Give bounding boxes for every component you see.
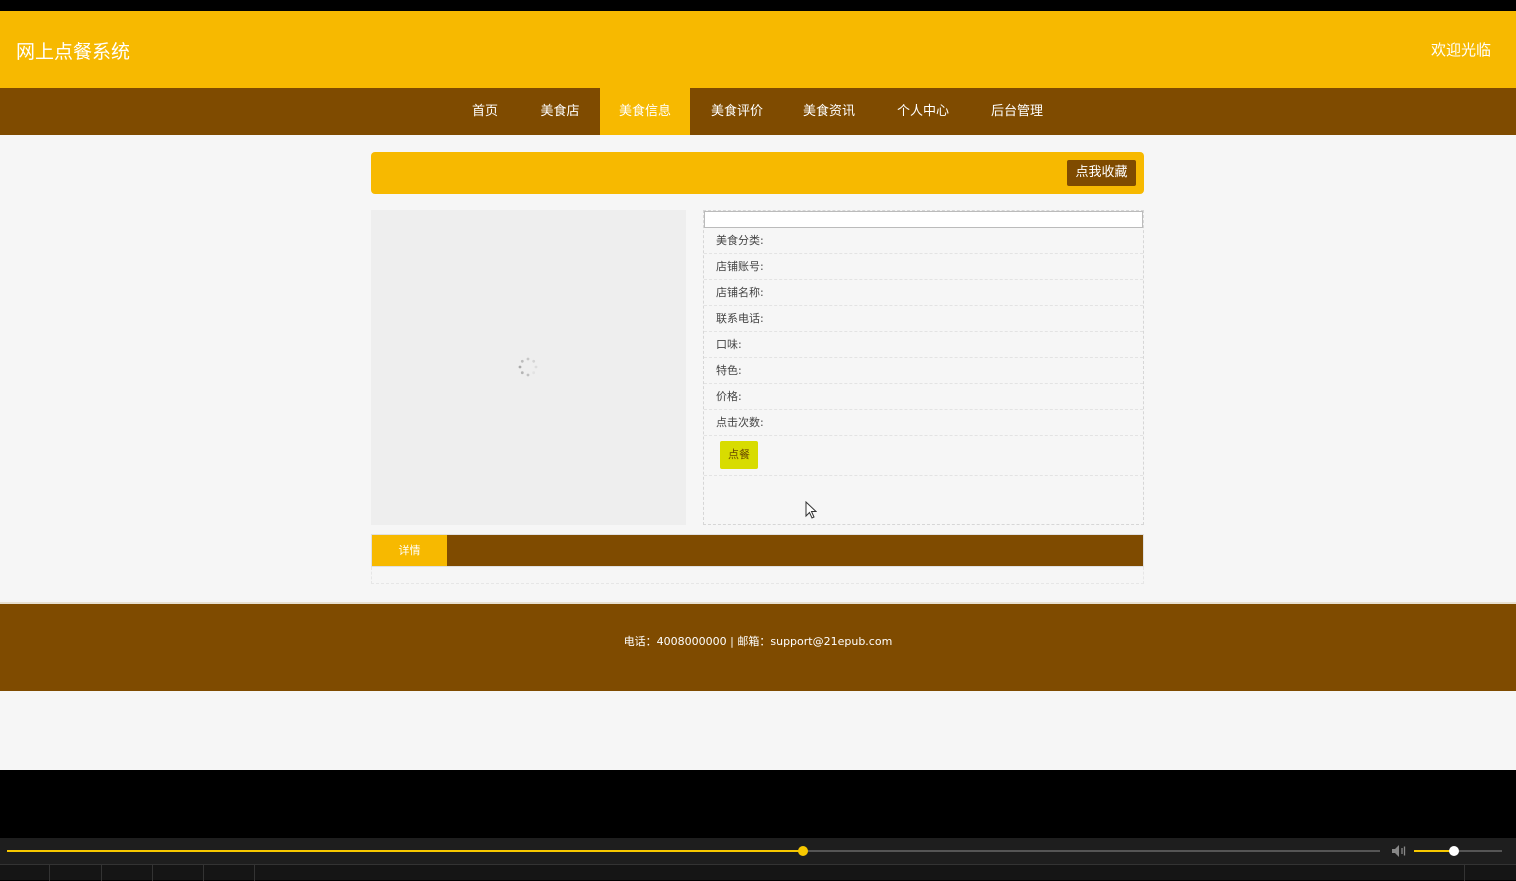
divider	[704, 475, 1143, 476]
food-name-field	[704, 211, 1143, 228]
nav-item-food-shops[interactable]: 美食店	[532, 88, 588, 135]
favorite-button[interactable]: 点我收藏	[1067, 160, 1136, 186]
field-shop-account: 店铺账号:	[704, 254, 1143, 280]
food-image-placeholder	[371, 210, 686, 525]
volume-icon[interactable]	[1391, 844, 1407, 858]
tab-content	[371, 567, 1144, 584]
site-title: 网上点餐系统	[16, 41, 131, 63]
progress-knob[interactable]	[798, 846, 809, 856]
food-info-panel: 美食分类: 店铺账号: 店铺名称: 联系电话: 口味: 特色: 价格: 点击次数…	[703, 210, 1144, 525]
divider	[203, 865, 204, 881]
volume-slider[interactable]	[1414, 846, 1502, 856]
footer-contact: 电话：4008000000 | 邮箱：support@21epub.com	[623, 635, 893, 648]
tab-detail[interactable]: 详情	[372, 535, 447, 566]
volume-knob[interactable]	[1448, 846, 1459, 856]
main-nav: 首页 美食店 美食信息 美食评价 美食资讯 个人中心 后台管理	[0, 88, 1516, 135]
welcome-text: 欢迎光临	[1430, 41, 1491, 59]
progress-fill	[7, 850, 804, 852]
web-page: 网上点餐系统 欢迎光临 首页 美食店 美食信息 美食评价 美食资讯 个人中心 后…	[0, 11, 1516, 770]
top-black-bar	[0, 0, 1516, 11]
bottom-strip	[0, 864, 1516, 881]
divider	[152, 865, 153, 881]
field-shop-name: 店铺名称:	[704, 280, 1143, 306]
divider	[101, 865, 102, 881]
divider	[1464, 865, 1465, 881]
favorite-banner: 点我收藏	[371, 152, 1144, 194]
nav-item-admin[interactable]: 后台管理	[982, 88, 1052, 135]
order-button[interactable]: 点餐	[720, 441, 758, 469]
site-header: 网上点餐系统 欢迎光临	[0, 11, 1516, 88]
nav-item-food-news[interactable]: 美食资讯	[794, 88, 864, 135]
loading-spinner-icon	[518, 357, 538, 377]
site-footer: 电话：4008000000 | 邮箱：support@21epub.com	[0, 602, 1516, 691]
detail-tabs: 详情	[371, 534, 1144, 567]
volume-fill	[1414, 850, 1454, 852]
field-food-category: 美食分类:	[704, 228, 1143, 254]
nav-item-home[interactable]: 首页	[462, 88, 508, 135]
nav-item-user-center[interactable]: 个人中心	[888, 88, 958, 135]
divider	[254, 865, 255, 881]
progress-slider[interactable]	[7, 846, 1380, 856]
divider	[49, 865, 50, 881]
field-click-count: 点击次数:	[704, 410, 1143, 436]
video-player-controls	[0, 838, 1516, 881]
field-feature: 特色:	[704, 358, 1143, 384]
field-phone: 联系电话:	[704, 306, 1143, 332]
field-price: 价格:	[704, 384, 1143, 410]
mouse-cursor-icon	[805, 501, 817, 519]
nav-item-food-info[interactable]: 美食信息	[600, 88, 690, 135]
field-taste: 口味:	[704, 332, 1143, 358]
nav-item-food-reviews[interactable]: 美食评价	[702, 88, 772, 135]
